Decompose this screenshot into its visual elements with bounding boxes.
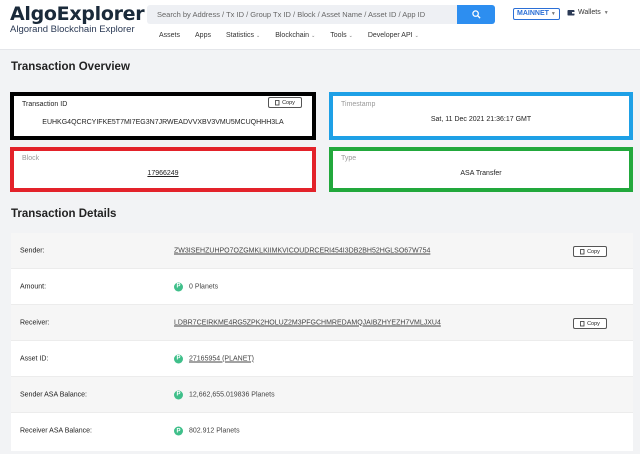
type-value: ASA Transfer: [460, 170, 502, 177]
amount-value: P 0 Planets: [174, 282, 218, 291]
block-card: Block 17966249: [10, 147, 316, 192]
nav-statistics[interactable]: Statistics ⌄: [226, 32, 260, 39]
table-row: Sender: ZW3ISEHZUHPO7OZGMKLKIIMKVICOUDRC…: [11, 233, 633, 269]
details-title: Transaction Details: [11, 208, 117, 220]
wallet-icon: [567, 10, 575, 16]
main-nav: Assets Apps Statistics ⌄ Blockchain ⌄ Tool…: [159, 32, 434, 39]
header: AlgoExplorer Algorand Blockchain Explore…: [0, 0, 640, 50]
sender-balance-value: P 12,662,655.019836 Planets: [174, 390, 275, 399]
receiver-address-link[interactable]: LDBR7CEIRKME4RG5ZPK2HOLUZ2M3PFGCHMREDAMQ…: [174, 319, 441, 326]
network-label: MAINNET: [517, 10, 549, 17]
chevron-down-icon: ▼: [550, 11, 556, 17]
planet-token-icon: P: [174, 354, 183, 363]
wallets-label: Wallets: [578, 9, 601, 16]
search-input[interactable]: [147, 5, 457, 24]
sender-balance-label: Sender ASA Balance:: [20, 391, 87, 398]
nav-label: Assets: [159, 32, 181, 39]
chevron-down-icon: ⌄: [311, 32, 316, 39]
copy-label: Copy: [587, 248, 600, 255]
amount-text: 0 Planets: [189, 283, 219, 290]
table-row: Receiver: LDBR7CEIRKME4RG5ZPK2HOLUZ2M3PF…: [11, 305, 633, 341]
receiver-balance-value: P 802.912 Planets: [174, 426, 240, 436]
transaction-id-label: Transaction ID: [22, 101, 68, 108]
search-icon: [471, 10, 481, 19]
overview-title: Transaction Overview: [11, 61, 130, 73]
chevron-down-icon: ▼: [603, 9, 609, 16]
nav-assets[interactable]: Assets: [159, 32, 180, 39]
table-row: Sender ASA Balance: P 12,662,655.019836 …: [11, 377, 633, 413]
timestamp-value: Sat, 11 Dec 2021 21:36:17 GMT: [430, 116, 532, 123]
copy-button[interactable]: Copy: [573, 246, 607, 257]
block-label: Block: [22, 155, 40, 162]
chevron-down-icon: ⌄: [414, 32, 419, 39]
nav-label: Apps: [195, 32, 211, 39]
timestamp-card: Timestamp Sat, 11 Dec 2021 21:36:17 GMT: [329, 92, 633, 140]
nav-developer-api[interactable]: Developer API ⌄: [368, 32, 419, 39]
copy-label: Copy: [587, 320, 600, 327]
planet-token-icon: P: [174, 390, 183, 399]
copy-button[interactable]: Copy: [268, 97, 302, 108]
sender-label: Sender:: [20, 247, 45, 254]
table-row: Receiver ASA Balance: P 802.912 Planets: [11, 413, 633, 449]
copy-label: Copy: [282, 99, 295, 106]
planet-token-icon: P: [174, 282, 183, 291]
nav-tools[interactable]: Tools ⌄: [330, 32, 353, 39]
logo[interactable]: AlgoExplorer Algorand Blockchain Explore…: [10, 3, 145, 35]
chevron-down-icon: ⌄: [256, 32, 261, 39]
amount-label: Amount:: [20, 283, 47, 290]
asset-id-label: Asset ID:: [20, 355, 49, 362]
type-card: Type ASA Transfer: [329, 147, 633, 192]
sender-address-link[interactable]: ZW3ISEHZUHPO7OZGMKLKIIMKVICOUDRCERI454I3…: [174, 247, 430, 254]
transaction-details-table: Sender: ZW3ISEHZUHPO7OZGMKLKIIMKVICOUDRC…: [11, 233, 633, 451]
type-label: Type: [341, 155, 357, 162]
receiver-balance-text: 802.912 Planets: [189, 427, 240, 435]
transaction-id-card: Transaction ID Copy EUHKG4QCRCYIFKE5T7MI…: [10, 92, 316, 140]
logo-subtitle: Algorand Blockchain Explorer: [10, 24, 135, 35]
copy-button[interactable]: Copy: [573, 318, 607, 329]
copy-icon: [580, 320, 585, 326]
transaction-id-value: EUHKG4QCRCYIFKE5T7MI7EG3N7JRWEADVVXBV3VM…: [42, 119, 284, 126]
wallets-menu[interactable]: Wallets ▼: [567, 9, 609, 16]
copy-icon: [580, 248, 585, 254]
network-selector[interactable]: MAINNET ▼: [513, 8, 560, 20]
nav-apps[interactable]: Apps: [195, 32, 211, 39]
search-bar: [147, 5, 495, 24]
sender-value: ZW3ISEHZUHPO7OZGMKLKIIMKVICOUDRCERI454I3…: [174, 247, 430, 254]
asset-id-value: P 27165954 (PLANET): [174, 354, 254, 363]
table-row: Asset ID: P 27165954 (PLANET): [11, 341, 633, 377]
receiver-label: Receiver:: [20, 319, 50, 326]
search-button[interactable]: [457, 5, 495, 24]
asset-id-link[interactable]: 27165954 (PLANET): [189, 355, 254, 362]
receiver-balance-label: Receiver ASA Balance:: [20, 427, 92, 435]
nav-label: Tools: [330, 32, 347, 39]
receiver-value: LDBR7CEIRKME4RG5ZPK2HOLUZ2M3PFGCHMREDAMQ…: [174, 319, 441, 326]
logo-title: AlgoExplorer: [10, 3, 145, 25]
nav-label: Statistics: [225, 32, 254, 39]
copy-icon: [275, 99, 280, 105]
timestamp-label: Timestamp: [341, 101, 376, 108]
sender-balance-text: 12,662,655.019836 Planets: [189, 391, 275, 398]
nav-label: Developer API: [367, 32, 413, 39]
table-row: Amount: P 0 Planets: [11, 269, 633, 305]
planet-token-icon: P: [174, 426, 183, 436]
chevron-down-icon: ⌄: [348, 32, 353, 39]
nav-label: Blockchain: [275, 32, 310, 39]
nav-blockchain[interactable]: Blockchain ⌄: [275, 32, 315, 39]
block-link[interactable]: 17966249: [14, 170, 312, 177]
